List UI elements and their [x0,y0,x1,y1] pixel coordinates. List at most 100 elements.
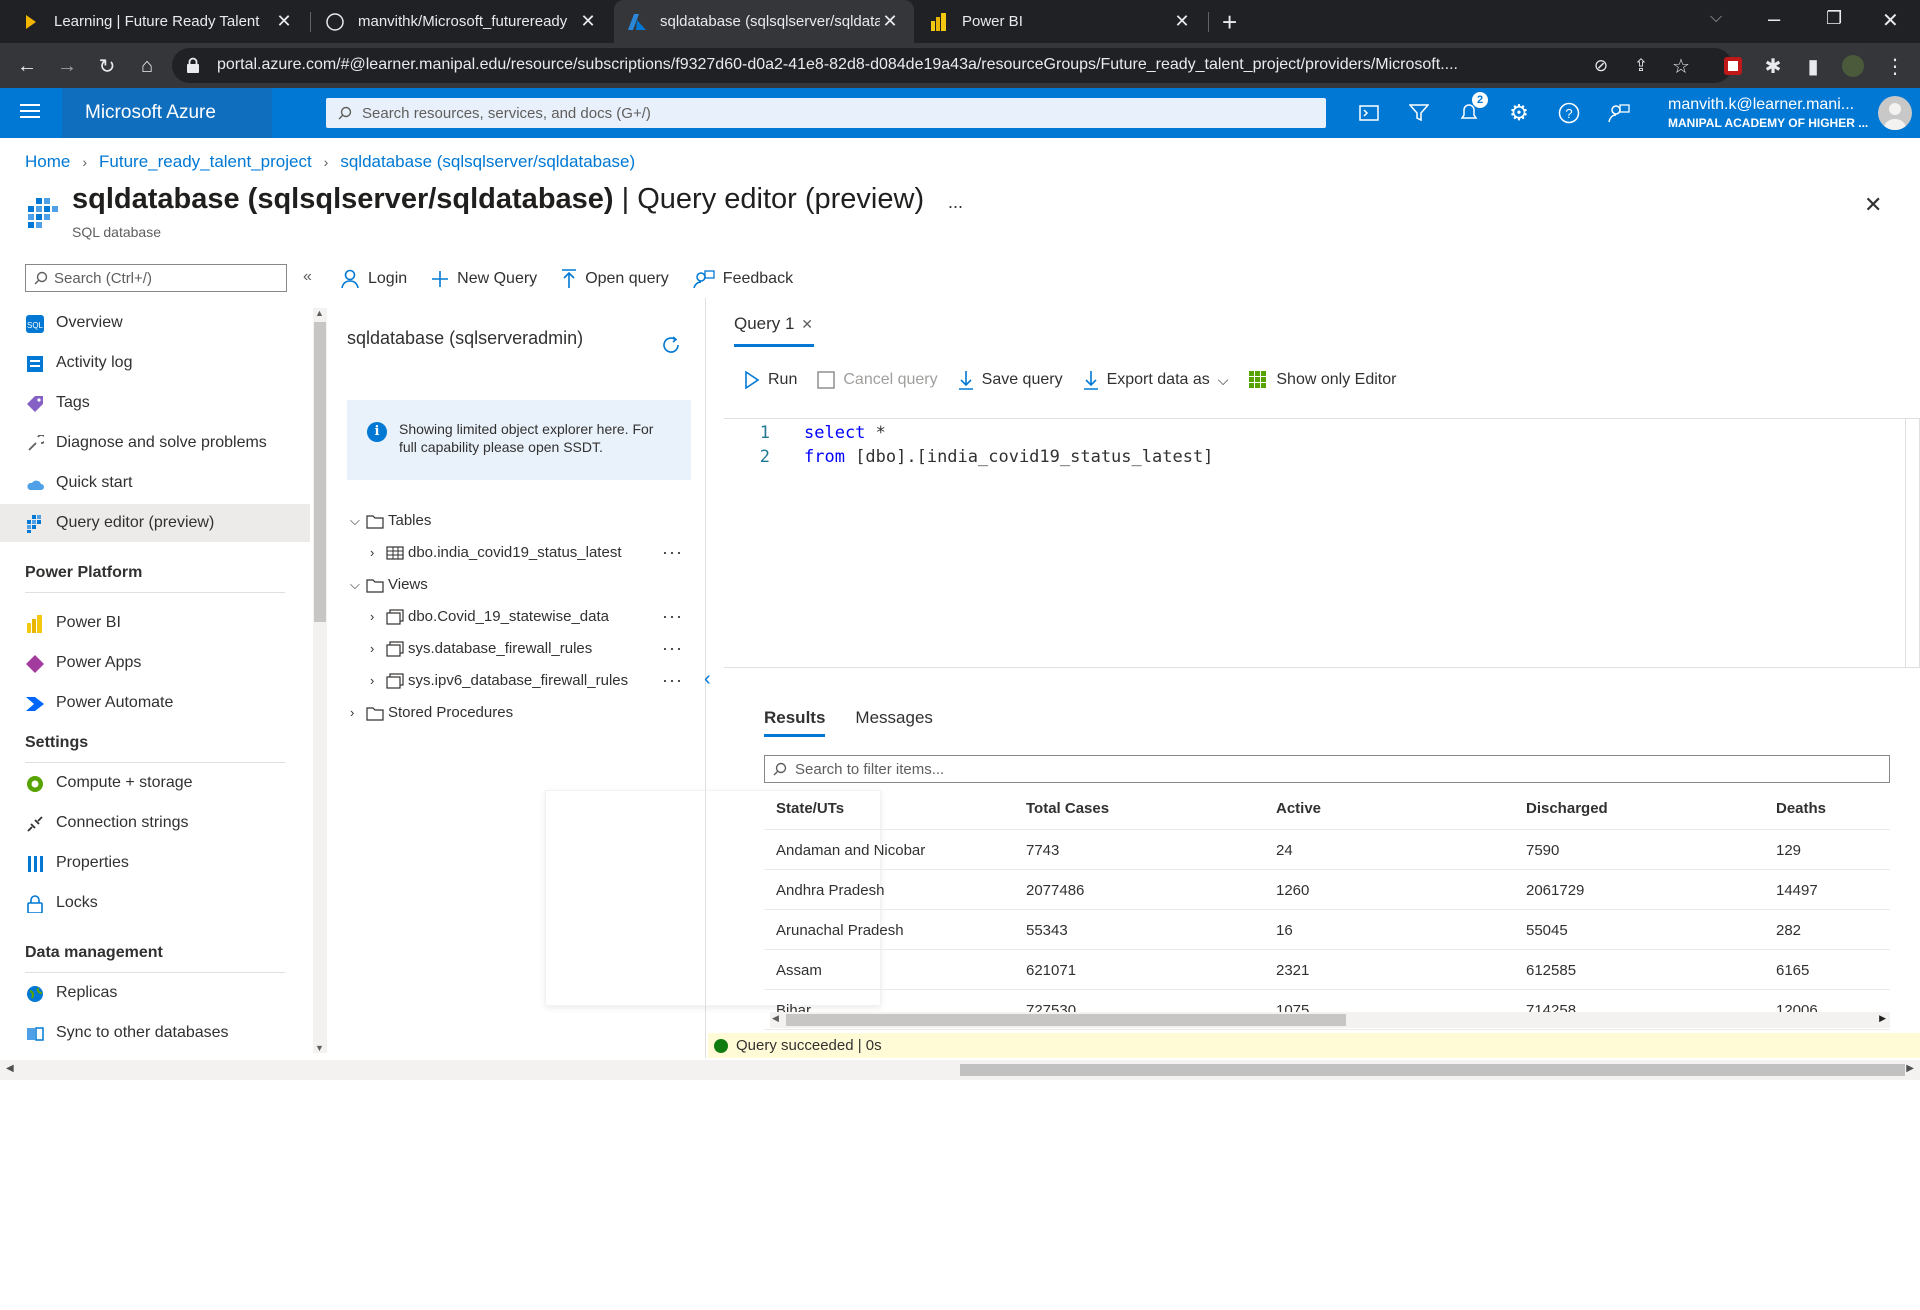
azure-brand[interactable]: Microsoft Azure [62,88,272,138]
run-button[interactable]: Run [744,371,797,389]
table-row[interactable]: Assam 621071 2321 612585 6165 [764,950,1890,990]
table-row[interactable]: Andhra Pradesh 2077486 1260 2061729 1449… [764,870,1890,910]
browser-menu-icon[interactable]: ⋮ [1880,51,1910,81]
global-search-input[interactable]: Search resources, services, and docs (G+… [326,98,1326,128]
tab-messages[interactable]: Messages [855,708,932,737]
forward-icon[interactable]: → [52,51,82,81]
column-header[interactable]: Total Cases [1026,800,1109,817]
show-only-editor-button[interactable]: Show only Editor [1248,370,1396,390]
browser-tab-learning[interactable]: Learning | Future Ready Talent ✕ [8,0,308,43]
browser-tab-azure[interactable]: sqldatabase (sqlsqlserver/sqldata ✕ [614,0,914,43]
results-horizontal-scrollbar[interactable]: ◀ ▶ [770,1012,1890,1028]
account-info[interactable]: manvith.k@learner.mani... MANIPAL ACADEM… [1668,96,1868,130]
resource-menu-scrollbar[interactable]: ▲ ▼ [313,308,327,1053]
scroll-left-icon[interactable]: ◀ [6,1063,14,1074]
nav-activity-log[interactable]: Activity log [0,344,310,382]
view-more-options-icon[interactable]: ··· [662,670,683,691]
browser-tab-powerbi[interactable]: Power BI ✕ [916,0,1206,43]
back-icon[interactable]: ← [12,51,42,81]
login-button[interactable]: Login [340,269,407,289]
tree-node-view[interactable]: › sys.ipv6_database_firewall_rules [370,672,628,689]
profile-avatar-icon[interactable] [1838,51,1868,81]
close-tab-icon[interactable]: ✕ [880,11,900,32]
table-row[interactable]: Andaman and Nicobar 7743 24 7590 129 [764,830,1890,870]
more-options-button[interactable]: ... [948,192,963,213]
save-query-button[interactable]: Save query [958,370,1063,390]
cancel-query-button[interactable]: Cancel query [817,371,938,389]
restore-icon[interactable]: ❐ [1826,8,1842,29]
column-header[interactable]: Active [1276,800,1321,817]
scroll-right-icon[interactable]: ▶ [1906,1063,1914,1074]
tree-node-view[interactable]: › sys.database_firewall_rules [370,640,592,657]
side-panel-icon[interactable]: ▮ [1798,51,1828,81]
breadcrumb-home[interactable]: Home [25,152,70,172]
scroll-down-icon[interactable]: ▼ [315,1043,324,1053]
feedback-person-icon[interactable] [1606,100,1632,126]
nav-replicas[interactable]: Replicas [0,974,310,1012]
scroll-up-icon[interactable]: ▲ [315,308,324,318]
close-tab-icon[interactable]: ✕ [801,316,813,332]
address-bar[interactable]: portal.azure.com/#@learner.manipal.edu/r… [172,48,1732,83]
tree-node-tables[interactable]: ⌵ Tables [350,512,431,529]
directory-filter-icon[interactable] [1406,100,1432,126]
close-tab-icon[interactable]: ✕ [274,11,294,32]
export-data-dropdown[interactable]: Export data as ⌵ [1083,370,1228,390]
column-header[interactable]: Discharged [1526,800,1608,817]
browser-tab-github[interactable]: manvithk/Microsoft_futureready ✕ [312,0,612,43]
reload-icon[interactable]: ↻ [92,51,122,81]
breadcrumb-database[interactable]: sqldatabase (sqlsqlserver/sqldatabase) [340,152,635,172]
results-filter-input[interactable]: Search to filter items... [764,755,1890,783]
scroll-left-icon[interactable]: ◀ [772,1013,779,1024]
avatar[interactable] [1878,96,1912,130]
portal-menu-icon[interactable] [20,102,42,125]
nav-power-automate[interactable]: Power Automate [0,684,310,722]
minimize-icon[interactable]: – [1768,6,1780,32]
tab-results[interactable]: Results [764,708,826,737]
nav-diagnose[interactable]: Diagnose and solve problems [0,424,310,462]
nav-connection-strings[interactable]: Connection strings [0,804,310,842]
breadcrumb-resource-group[interactable]: Future_ready_talent_project [99,152,312,172]
tab-query-1[interactable]: Query 1 ✕ [734,314,814,347]
close-tab-icon[interactable]: ✕ [578,11,598,32]
nav-sync-databases[interactable]: Sync to other databases [0,1014,310,1052]
nav-overview[interactable]: SQL Overview [0,304,310,342]
nav-locks[interactable]: Locks [0,884,310,922]
eye-off-icon[interactable]: ⊘ [1586,51,1616,81]
refresh-icon[interactable] [660,334,682,361]
extensions-puzzle-icon[interactable]: ✱ [1758,51,1788,81]
tree-node-table[interactable]: › dbo.india_covid19_status_latest [370,544,622,561]
notifications-bell-icon[interactable]: 2 [1456,92,1488,126]
tree-node-view[interactable]: › dbo.Covid_19_statewise_data [370,608,609,625]
table-more-options-icon[interactable]: ··· [662,542,683,563]
open-query-button[interactable]: Open query [561,269,669,289]
home-icon[interactable]: ⌂ [132,51,162,81]
tab-search-icon[interactable]: ⌵ [1710,9,1722,27]
close-tab-icon[interactable]: ✕ [1172,11,1192,32]
feedback-button[interactable]: Feedback [693,269,793,289]
nav-properties[interactable]: Properties [0,844,310,882]
cloud-shell-icon[interactable] [1356,100,1382,126]
extension-mcafee-icon[interactable] [1718,51,1748,81]
scrollbar-thumb[interactable] [960,1064,1905,1076]
new-tab-icon[interactable]: + [1222,7,1237,38]
new-query-button[interactable]: New Query [431,270,537,288]
share-icon[interactable]: ⇪ [1626,51,1656,81]
view-more-options-icon[interactable]: ··· [662,638,683,659]
tree-node-views[interactable]: ⌵ Views [350,576,428,593]
table-row[interactable]: Arunachal Pradesh 55343 16 55045 282 [764,910,1890,950]
column-header[interactable]: State/UTs [776,800,844,817]
resource-menu-search-input[interactable]: Search (Ctrl+/) [25,264,287,292]
nav-tags[interactable]: Tags [0,384,310,422]
collapse-menu-icon[interactable]: « [303,268,312,286]
nav-compute-storage[interactable]: Compute + storage [0,764,310,802]
collapse-explorer-icon[interactable]: ‹ [704,668,711,691]
scrollbar-thumb[interactable] [314,322,326,622]
view-more-options-icon[interactable]: ··· [662,606,683,627]
tree-node-stored-procedures[interactable]: › Stored Procedures [350,704,513,721]
nav-query-editor[interactable]: Query editor (preview) [0,504,310,542]
scrollbar-thumb[interactable] [786,1014,1346,1026]
nav-quick-start[interactable]: Quick start [0,464,310,502]
column-header[interactable]: Deaths [1776,800,1826,817]
scroll-right-icon[interactable]: ▶ [1879,1013,1886,1024]
help-icon[interactable]: ? [1556,100,1582,126]
